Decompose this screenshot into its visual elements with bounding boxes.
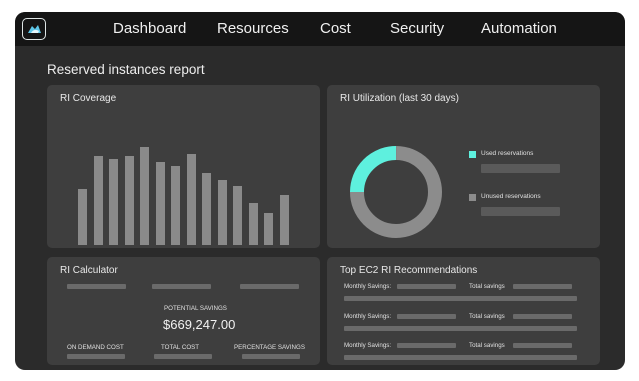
rec-2-total-label: Total savings [469,313,505,320]
nav-automation[interactable]: Automation [481,12,557,46]
rec-1-total-value [513,284,572,289]
calc-input-2[interactable] [152,284,211,289]
rec-1-monthly-label: Monthly Savings: [344,283,392,290]
app-window: Dashboard Resources Cost Security Automa… [15,12,625,370]
unused-value-placeholder [481,207,560,216]
rec-1-monthly-value [397,284,456,289]
on-demand-cost-value [67,354,125,359]
total-cost-label: TOTAL COST [161,344,200,351]
rec-2-monthly-label: Monthly Savings: [344,313,392,320]
recommendations-title: Top EC2 RI Recommendations [340,265,478,276]
rec-3-total-label: Total savings [469,342,505,349]
coverage-bar [186,154,196,245]
cloud-logo-icon[interactable] [22,18,46,40]
nav-security[interactable]: Security [390,12,444,46]
rec-1-total-label: Total savings [469,283,505,290]
coverage-bar [93,156,103,245]
coverage-bar [109,159,118,245]
coverage-bar [140,147,149,245]
coverage-bar [124,156,134,245]
rec-3-detail [344,355,577,360]
top-nav-bar: Dashboard Resources Cost Security Automa… [15,12,625,46]
percentage-savings-value [242,354,300,359]
coverage-bar-chart [47,85,320,248]
on-demand-cost-label: ON DEMAND COST [67,344,124,351]
calc-input-3[interactable] [240,284,299,289]
ec2-recommendations-card: Top EC2 RI Recommendations Monthly Savin… [327,257,600,365]
coverage-bar [171,166,180,245]
rec-3-monthly-label: Monthly Savings: [344,342,392,349]
nav-cost[interactable]: Cost [320,12,351,46]
legend-used-swatch [469,151,476,158]
rec-3-monthly-value [397,343,456,348]
coverage-bar [217,180,227,245]
used-value-placeholder [481,164,560,173]
total-cost-value [154,354,212,359]
coverage-bar [279,195,289,245]
rec-3-total-value [513,343,572,348]
rec-2-monthly-value [397,314,456,319]
percentage-savings-label: PERCENTAGE SAVINGS [234,344,305,351]
nav-dashboard[interactable]: Dashboard [113,12,186,46]
rec-1-detail [344,296,577,301]
coverage-bar [78,189,87,245]
ri-calculator-card: RI Calculator POTENTIAL SAVINGS $669,247… [47,257,320,365]
potential-savings-label: POTENTIAL SAVINGS [164,305,227,312]
ri-coverage-card: RI Coverage [47,85,320,248]
legend-used-label: Used reservations [481,150,534,157]
coverage-bar [233,186,242,245]
rec-2-total-value [513,314,572,319]
potential-savings-value: $669,247.00 [163,317,236,332]
coverage-bar [248,203,258,245]
page-title: Reserved instances report [47,62,205,77]
legend-unused-label: Unused reservations [481,193,541,200]
calc-input-1[interactable] [67,284,126,289]
legend-unused-swatch [469,194,476,201]
coverage-bar [264,213,273,245]
ri-utilization-card: RI Utilization (last 30 days) Used reser… [327,85,600,248]
coverage-bar [202,173,211,245]
rec-2-detail [344,326,577,331]
nav-resources[interactable]: Resources [217,12,289,46]
ri-calculator-title: RI Calculator [60,265,118,276]
coverage-bar [155,162,165,245]
